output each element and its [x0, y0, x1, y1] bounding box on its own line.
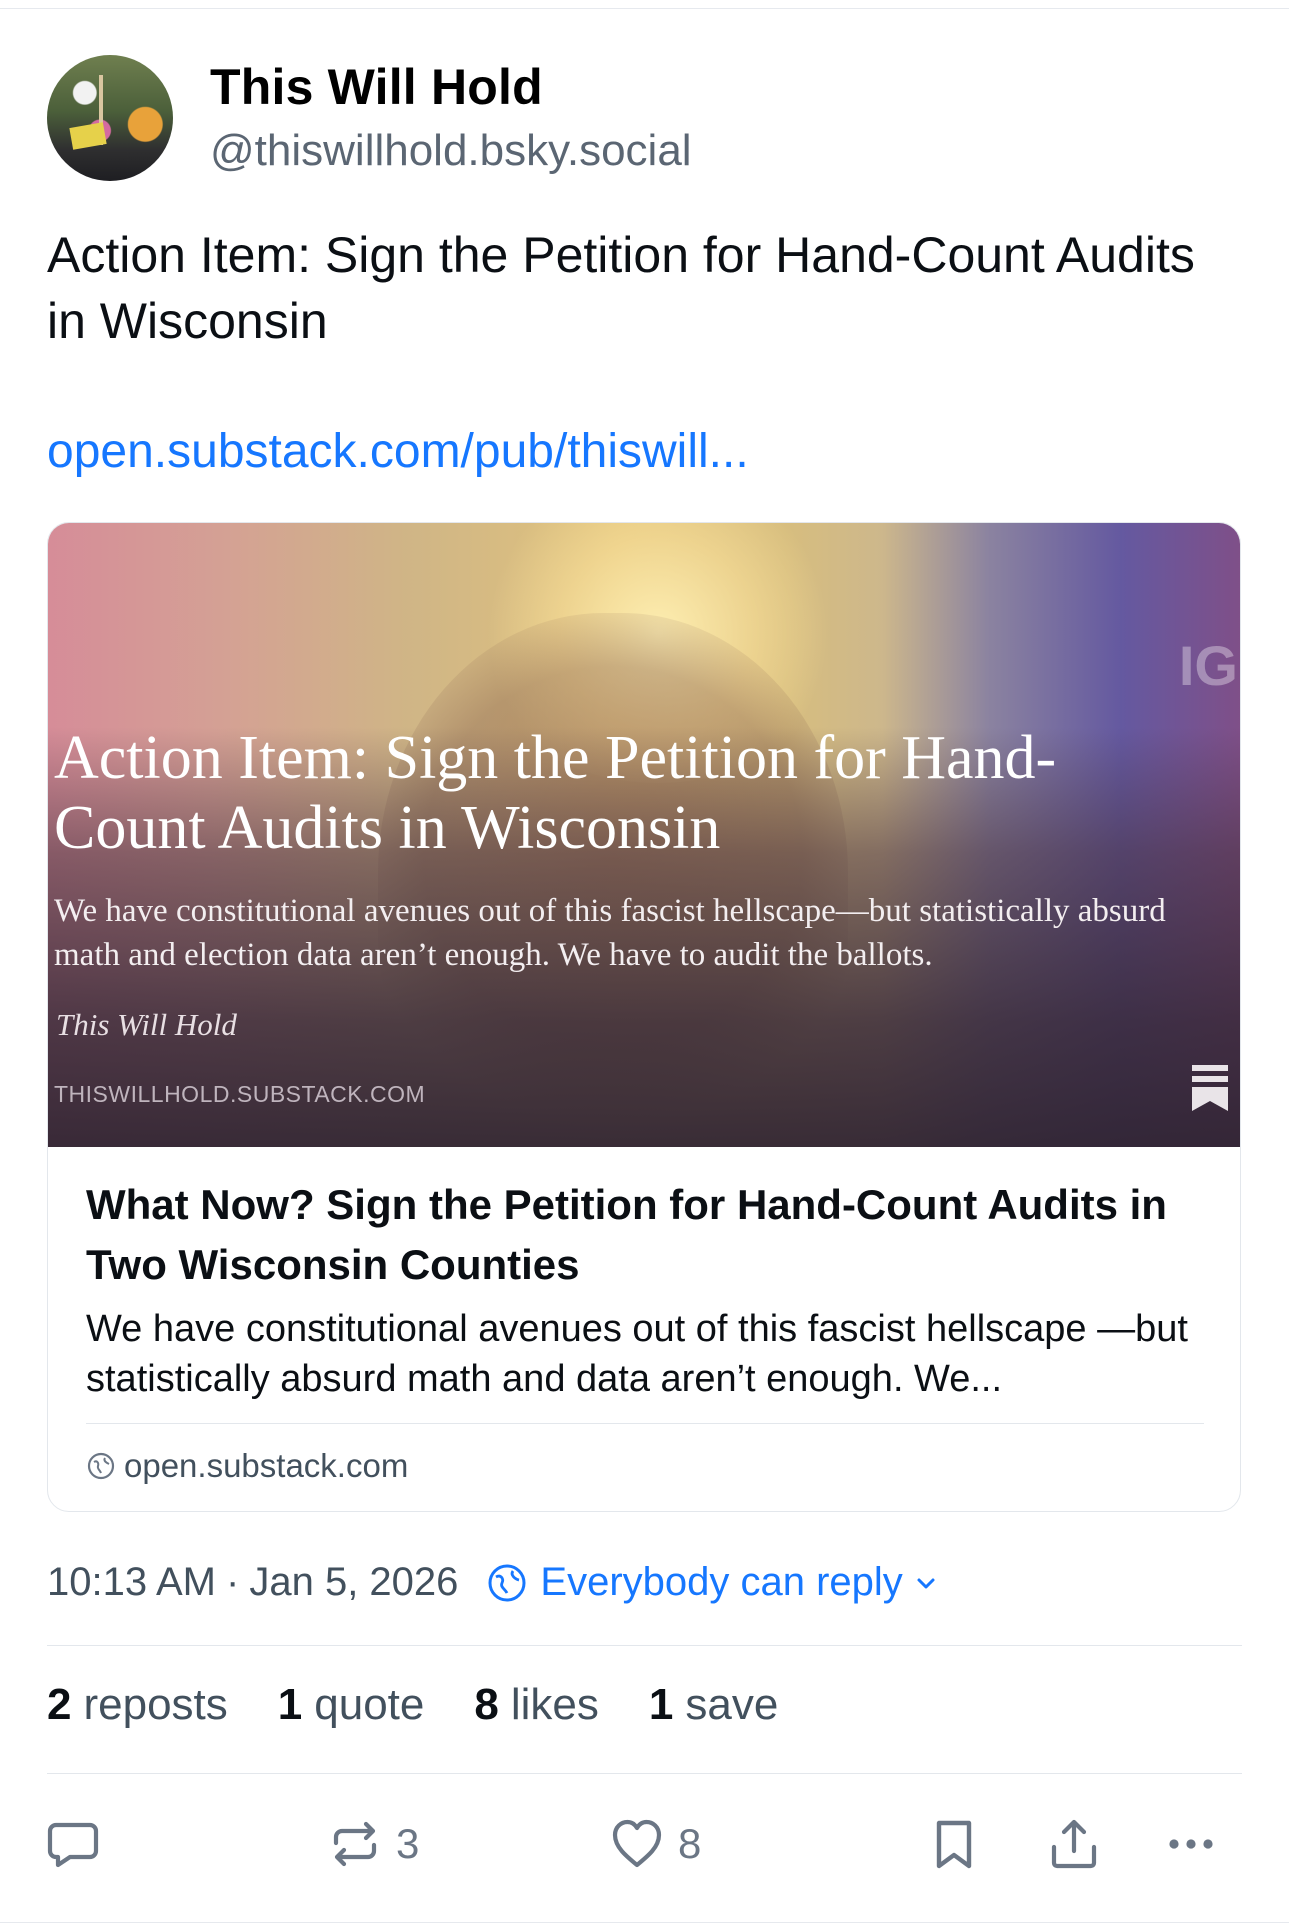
stat-count: 1: [648, 1680, 674, 1729]
like-count: 8: [678, 1820, 702, 1867]
author-handle[interactable]: @thiswillhold.bsky.social: [210, 126, 692, 176]
reply-icon: [47, 1822, 99, 1868]
card-divider: [86, 1423, 1204, 1424]
bookmark-button[interactable]: [925, 1815, 983, 1873]
reply-setting-button[interactable]: Everybody can reply: [486, 1560, 938, 1605]
bookmark-icon: [936, 1820, 972, 1869]
substack-bookmark-icon: [1192, 1065, 1228, 1111]
stat-saves[interactable]: 1 save: [649, 1680, 778, 1730]
repost-button[interactable]: 3: [326, 1815, 419, 1873]
card-title: What Now? Sign the Petition for Hand-Cou…: [86, 1181, 1167, 1288]
more-options-button[interactable]: [1162, 1815, 1220, 1873]
bottom-divider: [0, 1922, 1289, 1923]
stat-label: reposts: [83, 1680, 228, 1729]
globe-icon: [87, 1452, 115, 1480]
repost-count: 3: [396, 1820, 420, 1867]
top-divider: [0, 8, 1289, 9]
post-actions: 3 8: [0, 1815, 1289, 1875]
reply-button[interactable]: [44, 1815, 102, 1873]
stat-label: likes: [510, 1680, 599, 1729]
post-meta: 10:13 AM · Jan 5, 2026 Everybody can rep…: [47, 1560, 939, 1605]
reply-setting-label: Everybody can reply: [540, 1560, 903, 1604]
divider: [47, 1773, 1242, 1774]
meta-separator: ·: [226, 1560, 240, 1604]
engagement-stats: 2 reposts 1 quote 8 likes 1 save: [47, 1680, 778, 1730]
post-text: Action Item: Sign the Petition for Hand-…: [47, 227, 1195, 349]
globe-icon: [488, 1564, 526, 1601]
author-display-name[interactable]: This Will Hold: [210, 58, 543, 116]
post-date: Jan 5, 2026: [249, 1560, 459, 1604]
link-preview-card[interactable]: IG Action Item: Sign the Petition for Ha…: [47, 522, 1241, 1512]
stat-count: 1: [277, 1680, 303, 1729]
card-domain-row: open.substack.com: [86, 1447, 408, 1485]
share-button[interactable]: [1045, 1815, 1103, 1873]
like-icon: [612, 1819, 662, 1868]
divider: [47, 1645, 1242, 1646]
stat-label: save: [685, 1680, 779, 1729]
card-description: We have constitutional avenues out of th…: [86, 1308, 1188, 1400]
stat-reposts[interactable]: 2 reposts: [47, 1680, 228, 1730]
thumbnail-author: This Will Hold: [56, 1007, 237, 1042]
stat-count: 2: [47, 1680, 72, 1729]
chevron-down-icon: [917, 1578, 935, 1588]
thumbnail-title: Action Item: Sign the Petition for Hand-…: [54, 724, 1057, 862]
thumbnail-edge: IG: [1178, 634, 1238, 697]
stat-quotes[interactable]: 1 quote: [278, 1680, 425, 1730]
stat-count: 8: [474, 1680, 499, 1729]
card-domain: open.substack.com: [124, 1447, 409, 1484]
repost-icon: [333, 1821, 377, 1867]
thumbnail-description: We have constitutional avenues out of th…: [54, 893, 1166, 973]
stat-likes[interactable]: 8 likes: [474, 1680, 599, 1730]
more-icon: [1169, 1839, 1213, 1849]
avatar-detail: [69, 122, 107, 150]
share-icon: [1051, 1819, 1097, 1869]
card-thumbnail[interactable]: IG Action Item: Sign the Petition for Ha…: [48, 523, 1240, 1147]
post-time: 10:13 AM: [47, 1560, 217, 1604]
like-button[interactable]: 8: [608, 1815, 701, 1873]
thumbnail-domain: THISWILLHOLD.SUBSTACK.COM: [54, 1081, 426, 1107]
post-link[interactable]: open.substack.com/pub/thiswill...: [47, 424, 749, 479]
stat-label: quote: [314, 1680, 425, 1729]
avatar[interactable]: [47, 55, 173, 181]
